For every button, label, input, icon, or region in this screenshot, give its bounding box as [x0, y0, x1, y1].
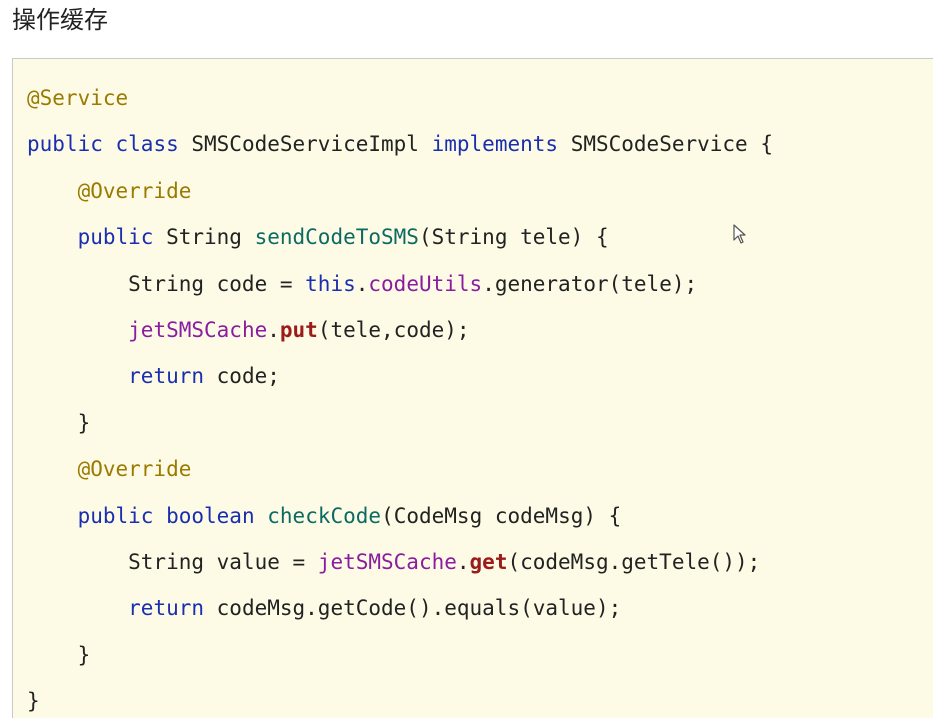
code-block: @Service public class SMSCodeServiceImpl … — [12, 58, 933, 718]
mouse-pointer-icon — [733, 224, 746, 244]
code-token: return — [128, 364, 205, 389]
code-line: } — [27, 632, 773, 678]
code-token: sendCodeToSMS — [254, 225, 419, 250]
code-token: jetSMSCache — [128, 317, 268, 342]
code-line: } — [27, 678, 773, 718]
code-token: . — [355, 271, 369, 296]
code-line: @Override — [27, 168, 773, 214]
code-token: get — [469, 549, 508, 574]
code-token: code; — [204, 364, 280, 389]
code-line: return code; — [27, 353, 773, 399]
code-token: SMSCodeService { — [558, 132, 773, 157]
code-line: } — [27, 400, 773, 446]
code-token: class — [115, 132, 179, 157]
code-line: public boolean checkCode(CodeMsg codeMsg… — [27, 493, 773, 539]
code-token: } — [27, 642, 91, 667]
section-heading: 操作缓存 — [12, 6, 108, 34]
code-token: (codeMsg.getTele()); — [507, 549, 761, 574]
code-token: public — [27, 132, 103, 157]
code-token: jetSMSCache — [317, 549, 457, 574]
code-line: String value = jetSMSCache.get(codeMsg.g… — [27, 539, 773, 585]
code-token: (String tele) { — [418, 225, 609, 250]
code-token: . — [456, 549, 470, 574]
code-token: @Override — [77, 178, 192, 203]
code-token: public — [77, 503, 154, 528]
code-token: .generator(tele); — [482, 271, 698, 296]
code-token: . — [267, 317, 280, 342]
code-token: @Override — [77, 457, 192, 482]
code-token: boolean — [166, 503, 255, 528]
code-token: @Service — [27, 86, 129, 110]
code-token: (CodeMsg codeMsg) { — [381, 503, 622, 528]
code-token: codeUtils — [368, 271, 483, 296]
code-line: @Override — [27, 446, 773, 492]
page: 操作缓存 @Service public class SMSCodeService… — [0, 0, 933, 718]
code-token: return — [128, 596, 205, 621]
code-token: checkCode — [267, 503, 382, 528]
code-token: } — [27, 410, 91, 435]
code-line: jetSMSCache.put(tele,code); — [27, 307, 773, 353]
code-token: public — [77, 225, 154, 250]
code-token: this — [305, 271, 356, 296]
code-token: } — [27, 689, 40, 714]
code-token: codeMsg.getCode().equals(value); — [204, 596, 622, 621]
code-token: String — [153, 225, 255, 250]
code-token: put — [279, 317, 318, 342]
code-line: public class SMSCodeServiceImpl implemen… — [27, 121, 773, 167]
code-token: String value = — [27, 549, 318, 574]
code-content: @Service public class SMSCodeServiceImpl … — [27, 75, 773, 718]
code-token: implements — [431, 132, 559, 157]
code-line: return codeMsg.getCode().equals(value); — [27, 585, 773, 631]
code-line: @Service — [27, 75, 773, 121]
code-line: String code = this.codeUtils.generator(t… — [27, 261, 773, 307]
code-token: (tele,code); — [317, 317, 470, 342]
code-token: SMSCodeServiceImpl — [178, 132, 432, 157]
code-token: String code = — [27, 271, 306, 296]
code-line: public String sendCodeToSMS(String tele)… — [27, 214, 773, 260]
